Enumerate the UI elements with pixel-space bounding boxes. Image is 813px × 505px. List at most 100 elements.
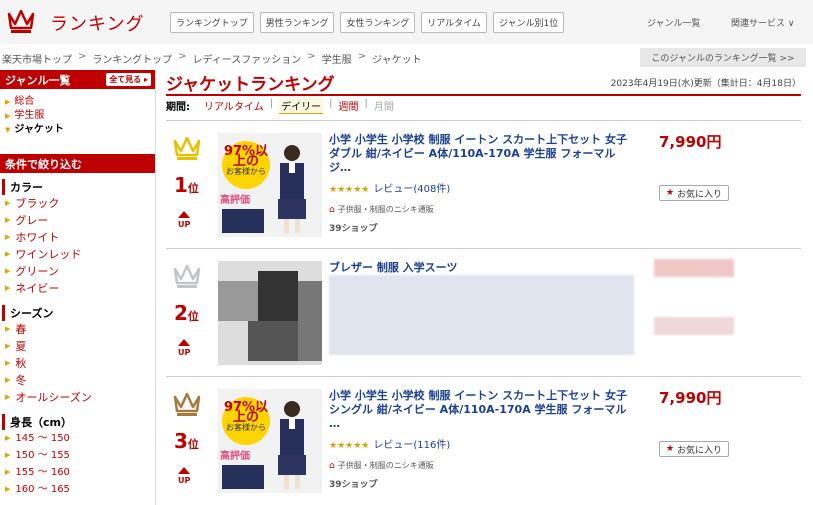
genre-list-link[interactable]: ジャンル一覧 (647, 16, 701, 29)
tab-female-ranking[interactable]: 女性ランキング (340, 12, 416, 33)
product-price: 7,990円 (659, 133, 722, 151)
filter-height: 身長（cm） (2, 414, 155, 430)
tab-ranking-top[interactable]: ランキングトップ (170, 12, 254, 33)
genre-item-uniform[interactable]: ▶ 学生服 (5, 109, 155, 123)
shop-link[interactable]: ⌂ 子供服・制服のニシキ通販 (329, 204, 434, 215)
sidebar: ジャンル一覧 全て見る ▸ ▶ 総合 ▶ 学生服 ▼ ジャケット 条件で絞り込む カラ… (0, 70, 156, 505)
up-arrow-icon (178, 467, 191, 474)
ranking-item: 2位 UP ブレザー 制服 入学スーツ (166, 248, 801, 376)
filter-season-autumn[interactable]: ▶ 秋 (5, 355, 155, 372)
filter-color-white[interactable]: ▶ ホワイト (5, 229, 155, 246)
filter-color-gray[interactable]: ▶ グレー (5, 212, 155, 229)
filter-height-150[interactable]: ▶ 150 ～ 155 (5, 447, 155, 464)
review-link[interactable]: レビュー(408件) (373, 184, 450, 195)
filter-color: カラー (2, 179, 155, 195)
logo-label[interactable]: ランキング (50, 10, 144, 36)
arrow-down-icon: ▼ (5, 126, 11, 134)
model-image (278, 401, 306, 489)
filter-height-155[interactable]: ▶ 155 ～ 160 (5, 464, 155, 481)
genre-item-general[interactable]: ▶ 総合 (5, 95, 155, 109)
filter-color-green[interactable]: ▶ グリーン (5, 263, 155, 280)
breadcrumb-item[interactable]: レディースファッション (192, 51, 301, 66)
filter-season: シーズン (2, 305, 155, 321)
product-title-link[interactable]: 小学 小学生 小学校 制服 イートン スカート上下セット 女子 シングル 紺/ネ… (329, 389, 634, 431)
product-thumbnail-blurred[interactable] (218, 261, 322, 365)
filter-season-all[interactable]: ▶ オールシーズン (5, 389, 155, 406)
product-thumbnail[interactable]: 97%以上の お客様から 高評価 (218, 133, 322, 237)
period-daily: デイリー (279, 98, 324, 114)
tab-male-ranking[interactable]: 男性ランキング (259, 12, 335, 33)
filter-height-145[interactable]: ▶ 145 ～ 150 (5, 430, 155, 447)
filter-color-wine[interactable]: ▶ ワインレッド (5, 246, 155, 263)
see-all-button[interactable]: 全て見る ▸ (106, 73, 151, 86)
favorite-button[interactable]: ★ お気に入り (659, 441, 729, 457)
rating-stars: ★★★★★ レビュー(408件) (329, 184, 451, 195)
product-title-link[interactable]: 小学 小学生 小学校 制服 イートン スカート上下セット 女子 ダブル 紺/ネイ… (329, 133, 634, 175)
breadcrumb-separator: > (78, 51, 87, 62)
arrow-icon: ▶ (5, 98, 11, 106)
breadcrumb-item[interactable]: 学生服 (322, 51, 352, 66)
period-selector: 期間: リアルタイム | デイリー | 週間 | 月間 (166, 98, 394, 114)
rank-up-indicator: UP (178, 211, 190, 229)
home-icon: ⌂ (329, 204, 335, 215)
breadcrumb-separator: > (307, 51, 316, 62)
rank-number: 1位 (174, 173, 199, 197)
shop-badge: 39ショップ (329, 480, 378, 490)
filter-season-summer[interactable]: ▶ 夏 (5, 338, 155, 355)
product-thumbnail[interactable]: 97%以上の お客様から 高評価 (218, 389, 322, 493)
genre-item-jacket: ▼ ジャケット (5, 124, 64, 135)
genre-heading-label: ジャンル一覧 (5, 73, 71, 87)
filter-color-black[interactable]: ▶ ブラック (5, 195, 155, 212)
ranking-item: 1位 UP 97%以上の お客様から 高評価 小学 小学生 小学校 制服 イートン… (166, 120, 801, 248)
genre-heading: ジャンル一覧 全て見る ▸ (0, 70, 155, 89)
rank-number: 3位 (174, 429, 199, 453)
filter-color-navy[interactable]: ▶ ネイビー (5, 280, 155, 297)
filter-season-winter[interactable]: ▶ 冬 (5, 372, 155, 389)
breadcrumb-item[interactable]: ジャケット (372, 51, 422, 66)
top-tabs: ランキングトップ 男性ランキング 女性ランキング リアルタイム ジャンル別1位 (170, 12, 565, 33)
title-divider (166, 94, 801, 96)
clothes-image (222, 209, 264, 233)
breadcrumb-item[interactable]: 楽天市場トップ (2, 51, 72, 66)
period-realtime[interactable]: リアルタイム (204, 98, 264, 114)
main-content: ジャケットランキング 2023年4月19日(水)更新（集計日：4月18日） 期間… (166, 70, 801, 493)
tab-realtime[interactable]: リアルタイム (421, 12, 487, 33)
praise-label: 高評価 (220, 195, 250, 206)
breadcrumb-separator: > (178, 51, 187, 62)
product-price: 7,990円 (659, 389, 722, 407)
blurred-title (329, 275, 634, 355)
shop-badge: 39ショップ (329, 224, 378, 234)
period-monthly: 月間 (373, 102, 394, 113)
review-link[interactable]: レビュー(116件) (373, 440, 450, 451)
genre-ranking-list-button[interactable]: このジャンルのランキング一覧 >> (640, 48, 806, 67)
update-info: 2023年4月19日(水)更新（集計日：4月18日） (610, 79, 801, 89)
breadcrumb-item[interactable]: ランキングトップ (92, 51, 172, 66)
filter-title: 身長（cm） (10, 416, 72, 429)
rating-badge: 97%以上の お客様から (222, 397, 270, 445)
star-icon: ★ (665, 188, 675, 198)
filter-heading: 条件で絞り込む (0, 154, 155, 173)
star-icon: ★ (665, 444, 675, 454)
product-title-link[interactable]: ブレザー 制服 入学スーツ (329, 261, 634, 275)
up-arrow-icon (178, 211, 191, 218)
separator: | (329, 98, 333, 109)
silver-crown-icon (173, 264, 201, 288)
bronze-crown-icon (173, 392, 201, 416)
period-label: 期間: (166, 102, 190, 113)
separator: | (269, 98, 274, 109)
shop-link[interactable]: ⌂ 子供服・制服のニシキ通販 (329, 460, 434, 471)
rank-up-indicator: UP (178, 467, 190, 485)
favorite-button[interactable]: ★ お気に入り (659, 185, 729, 201)
blurred-price (654, 259, 734, 277)
breadcrumb-separator: > (357, 51, 367, 62)
filter-height-160[interactable]: ▶ 160 ～ 165 (5, 481, 155, 498)
arrow-icon: ▶ (5, 112, 11, 120)
rank-number: 2位 (174, 301, 199, 325)
filter-title: カラー (10, 181, 43, 194)
filter-season-spring[interactable]: ▶ 春 (5, 321, 155, 338)
crown-logo-icon[interactable] (6, 8, 36, 34)
rank-up-indicator: UP (178, 339, 190, 357)
period-weekly[interactable]: 週間 (338, 98, 358, 114)
tab-genre-first[interactable]: ジャンル別1位 (492, 12, 565, 33)
related-services-menu[interactable]: 関連サービス ∨ (731, 16, 794, 29)
